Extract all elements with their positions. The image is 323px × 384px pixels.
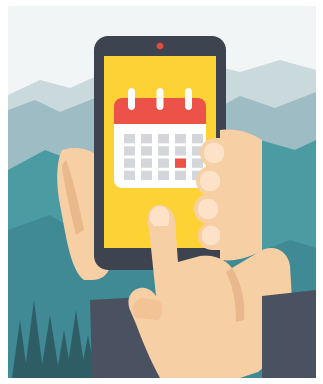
fingernail (200, 171, 220, 191)
calendar-cell (124, 170, 135, 181)
calendar-cell (158, 146, 169, 156)
calendar-cell (192, 134, 203, 144)
calendar-cell (124, 134, 135, 144)
calendar-cell (141, 146, 152, 156)
calendar-cell (124, 158, 135, 168)
calendar-cell (141, 158, 152, 168)
calendar-cell (158, 170, 169, 181)
calendar-app-illustration (0, 0, 323, 384)
right-cuff (262, 290, 316, 378)
calendar-cell (141, 134, 152, 144)
calendar-cell (124, 146, 135, 156)
calendar-cell (158, 158, 169, 168)
calendar-cell (175, 134, 186, 144)
calendar-cell-selected (175, 158, 186, 168)
calendar-cell (175, 146, 186, 156)
calendar-icon (114, 88, 206, 188)
gripping-fingers (194, 129, 262, 261)
calendar-cell (192, 158, 203, 168)
calendar-ring (185, 88, 192, 110)
calendar-cell (141, 170, 152, 181)
calendar-ring (128, 88, 135, 110)
fingernail (198, 199, 218, 219)
calendar-cell (175, 170, 186, 181)
calendar-ring (156, 88, 164, 110)
fingernail (204, 143, 224, 163)
calendar-cell (158, 134, 169, 144)
phone-camera (156, 42, 164, 50)
thumb (132, 298, 163, 320)
fingernail (202, 226, 220, 245)
illustration-canvas (8, 6, 316, 378)
